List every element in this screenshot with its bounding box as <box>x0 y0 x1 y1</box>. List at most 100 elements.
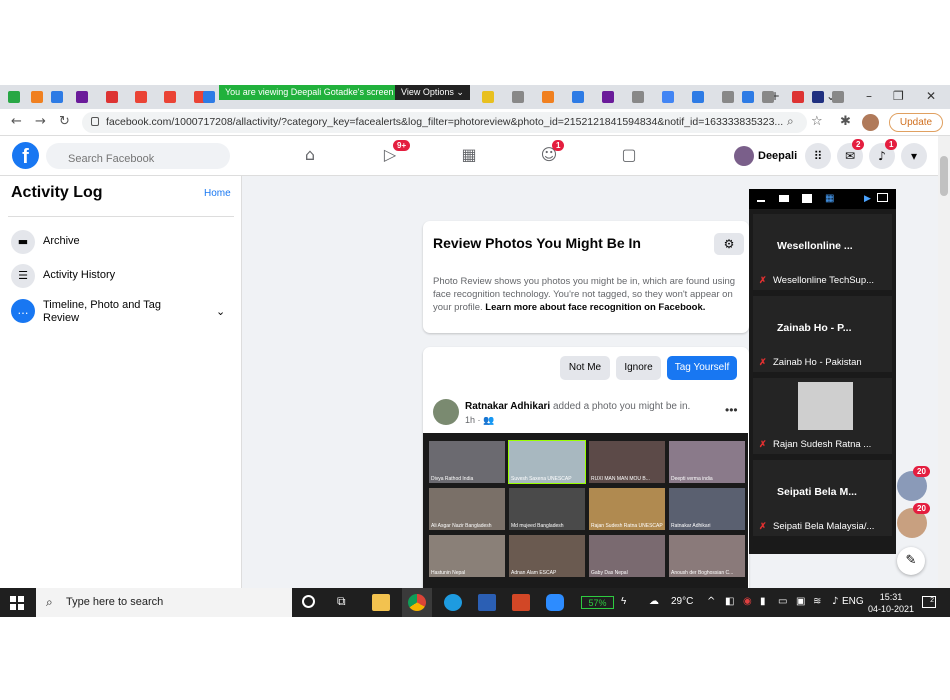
browser-tab[interactable] <box>790 89 808 105</box>
browser-tab[interactable] <box>570 89 588 105</box>
participant-tile[interactable]: Seipati Bela M... ✗ Seipati Bela Malaysi… <box>753 460 892 536</box>
learn-more-link[interactable]: Learn more about face recognition on Fac… <box>485 302 705 313</box>
ignore-button[interactable]: Ignore <box>616 356 661 380</box>
tray-icon[interactable]: ▣ <box>796 596 805 607</box>
edge-icon[interactable] <box>444 594 462 611</box>
grid-view-icon[interactable]: ▦ <box>825 193 834 204</box>
taskbar-clock[interactable]: 15:31 04-10-2021 <box>868 591 914 615</box>
minimize-icon[interactable] <box>757 194 765 202</box>
speaker-view-icon[interactable] <box>779 195 789 202</box>
page-scrollbar[interactable] <box>938 136 950 588</box>
url-field[interactable]: facebook.com/1000717208/allactivity/?cat… <box>82 112 807 133</box>
weather-cloud-icon[interactable]: ☁ <box>649 596 659 607</box>
profile-avatar[interactable] <box>734 146 754 166</box>
tag-yourself-button[interactable]: Tag Yourself <box>667 356 737 380</box>
browser-tab[interactable] <box>6 89 24 105</box>
participant-tile[interactable]: ✗ Rajan Sudesh Ratna ... <box>753 378 892 454</box>
weather-temp[interactable]: 29°C <box>671 596 693 607</box>
new-message-icon[interactable]: ✎ <box>897 547 925 575</box>
browser-tab[interactable] <box>720 89 738 105</box>
browser-tab[interactable] <box>660 89 678 105</box>
participant-tile[interactable]: Zainab Ho - P... ✗ Zainab Ho - Pakistan <box>753 296 892 372</box>
tray-chevron-icon[interactable]: ^ <box>707 596 715 607</box>
browser-tab[interactable] <box>133 89 151 105</box>
sidebar-item-photo-review[interactable]: … Timeline, Photo and Tag Review ⌄ <box>11 297 231 331</box>
view-options-button[interactable]: View Options ⌄ <box>395 85 470 100</box>
browser-tab[interactable] <box>540 89 558 105</box>
wifi-icon[interactable]: ≋ <box>813 596 821 607</box>
browser-tab[interactable] <box>690 89 708 105</box>
browser-tab[interactable] <box>630 89 648 105</box>
notification-center-icon[interactable]: 2 <box>922 596 936 608</box>
browser-tab[interactable] <box>760 89 778 105</box>
browser-tab[interactable] <box>162 89 180 105</box>
bookmark-star-icon[interactable]: ☆ <box>811 114 823 129</box>
browser-tab[interactable] <box>49 89 67 105</box>
zoom-toolbar: ▦ ▶ <box>749 189 896 209</box>
sidebar-item-archive[interactable]: ▬ Archive <box>11 228 231 256</box>
cortana-icon[interactable] <box>302 595 315 608</box>
zoom-icon[interactable] <box>546 594 564 611</box>
browser-tab[interactable] <box>74 89 92 105</box>
not-me-button[interactable]: Not Me <box>560 356 610 380</box>
gaming-icon[interactable]: ▢ <box>618 145 640 167</box>
browser-tab[interactable] <box>104 89 122 105</box>
tray-icon[interactable]: ◧ <box>725 596 734 607</box>
chevron-down-icon[interactable]: ⌄ <box>216 305 225 318</box>
extensions-icon[interactable]: ✱ <box>840 114 851 129</box>
tray-icon[interactable]: ◉ <box>743 596 752 607</box>
photo-zoom-screenshot[interactable]: Divya Rathod India Suvesh Saxena UNESCAP R… <box>423 433 748 593</box>
participant-tile[interactable]: Wesellonline ... ✗ Wesellonline TechSup.… <box>753 214 892 290</box>
browser-tab[interactable] <box>600 89 618 105</box>
gallery-view-icon[interactable] <box>802 194 812 203</box>
browser-tab[interactable] <box>740 89 758 105</box>
scrollbar-thumb[interactable] <box>940 156 948 196</box>
restore-icon[interactable]: ❐ <box>893 89 904 103</box>
browser-tab[interactable] <box>480 89 498 105</box>
profile-avatar[interactable] <box>862 114 879 131</box>
tab-favicon-icon <box>8 91 20 103</box>
marketplace-icon[interactable]: ▦ <box>458 145 480 167</box>
back-icon[interactable]: ← <box>11 114 22 129</box>
language-indicator[interactable]: ENG <box>842 596 864 607</box>
poster-name[interactable]: Ratnakar Adhikari <box>465 401 550 412</box>
forward-icon[interactable]: → <box>35 114 46 129</box>
home-icon[interactable]: ⌂ <box>299 145 321 167</box>
word-icon[interactable] <box>478 594 496 611</box>
chrome-icon[interactable] <box>408 594 426 611</box>
browser-tab[interactable] <box>201 89 219 105</box>
tray-icon[interactable]: ▮ <box>760 596 766 607</box>
account-menu-icon[interactable]: ▾ <box>901 143 927 169</box>
zoom-video-tile: Suvesh Saxena UNESCAP <box>508 440 586 484</box>
battery-indicator[interactable]: 57% <box>581 596 614 609</box>
facebook-logo-icon[interactable]: f <box>12 142 39 169</box>
powerpoint-icon[interactable] <box>512 594 530 611</box>
profile-name[interactable]: Deepali <box>758 150 797 162</box>
windows-start-icon[interactable] <box>10 596 24 610</box>
avatar[interactable] <box>433 399 459 425</box>
volume-icon[interactable]: ♪ <box>832 596 838 607</box>
browser-tab[interactable] <box>510 89 528 105</box>
browser-tab[interactable] <box>810 89 828 105</box>
home-link[interactable]: Home <box>204 188 231 199</box>
settings-gear-icon[interactable]: ⚙ <box>714 233 744 255</box>
exit-fullscreen-icon[interactable] <box>877 193 888 202</box>
more-options-icon[interactable]: ••• <box>725 403 738 417</box>
close-window-icon[interactable]: ✕ <box>926 89 936 103</box>
file-explorer-icon[interactable] <box>372 594 390 611</box>
browser-tab[interactable] <box>29 89 47 105</box>
update-button[interactable]: Update <box>889 113 943 132</box>
zoom-lens-icon[interactable]: ⌕ <box>787 114 794 129</box>
search-input[interactable] <box>46 143 230 169</box>
browser-tab[interactable] <box>830 89 848 105</box>
tray-icon[interactable]: ▭ <box>778 596 787 607</box>
minimize-icon[interactable]: – <box>866 89 872 103</box>
menu-grid-icon[interactable]: ⠿ <box>805 143 831 169</box>
reload-icon[interactable]: ↻ <box>59 114 70 129</box>
taskbar-search-input[interactable]: ⌕ Type here to search <box>36 588 292 617</box>
next-page-icon[interactable]: ▶ <box>864 193 871 204</box>
tab-favicon-icon <box>722 91 734 103</box>
task-view-icon[interactable]: ⧉ <box>337 594 346 609</box>
zoom-tile-label: Adnan Alam ESCAP <box>511 570 557 576</box>
sidebar-item-activity-history[interactable]: ☰ Activity History <box>11 262 231 290</box>
